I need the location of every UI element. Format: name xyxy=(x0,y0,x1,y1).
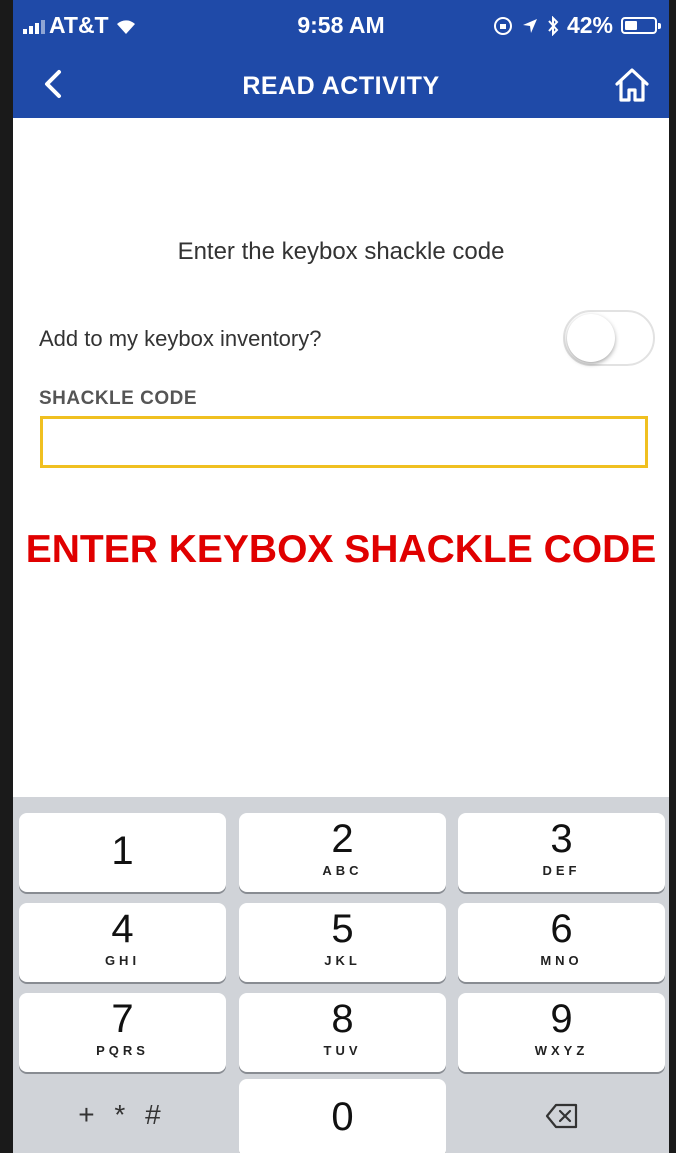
status-right: 42% xyxy=(493,12,661,39)
delete-key[interactable] xyxy=(458,1077,665,1153)
key-digit: 4 xyxy=(111,907,134,951)
key-digit: 6 xyxy=(550,907,573,951)
status-bar: AT&T 9:58 AM 42% xyxy=(13,0,669,48)
key-3[interactable]: 3 DEF xyxy=(458,813,665,892)
key-letters: JKL xyxy=(324,953,361,968)
overlay-caption: ENTER KEYBOX SHACKLE CODE xyxy=(25,528,657,571)
device-edge-left xyxy=(0,0,13,1153)
key-8[interactable]: 8 TUV xyxy=(239,993,446,1072)
key-digit: 2 xyxy=(331,817,354,861)
symbols-label: + * # xyxy=(78,1099,167,1130)
key-digit: 1 xyxy=(111,829,134,873)
shackle-code-label: SHACKLE CODE xyxy=(39,388,198,409)
app-header: AT&T 9:58 AM 42% READ ACTIVITY xyxy=(13,0,669,118)
key-digit: 3 xyxy=(550,817,573,861)
app-screen: AT&T 9:58 AM 42% READ ACTIVITY Enter the… xyxy=(13,0,669,1153)
key-letters: PQRS xyxy=(96,1043,149,1058)
key-digit: 9 xyxy=(550,997,573,1041)
key-4[interactable]: 4 GHI xyxy=(19,903,226,982)
page-title: READ ACTIVITY xyxy=(242,72,440,100)
rotation-lock-icon xyxy=(493,16,512,35)
inventory-toggle-label: Add to my keybox inventory? xyxy=(39,326,322,351)
backspace-icon xyxy=(545,1103,577,1129)
nav-bar: READ ACTIVITY xyxy=(13,48,669,118)
key-1[interactable]: 1 xyxy=(19,813,226,892)
symbols-key[interactable]: + * # xyxy=(19,1077,226,1153)
key-letters: ABC xyxy=(322,863,363,878)
key-letters: WXYZ xyxy=(534,1043,589,1058)
key-digit: 5 xyxy=(331,907,354,951)
inventory-toggle[interactable] xyxy=(563,310,655,366)
location-icon xyxy=(522,18,537,33)
battery-icon xyxy=(621,17,661,34)
shackle-code-input[interactable] xyxy=(40,416,648,468)
home-icon xyxy=(615,68,649,102)
key-digit: 8 xyxy=(331,997,354,1041)
device-edge-right xyxy=(669,0,676,1153)
key-letters: DEF xyxy=(542,863,581,878)
key-0[interactable]: 0 xyxy=(239,1079,446,1153)
key-5[interactable]: 5 JKL xyxy=(239,903,446,982)
home-button[interactable] xyxy=(609,62,655,108)
battery-percent: 42% xyxy=(566,12,613,38)
key-digit: 7 xyxy=(111,997,134,1041)
key-6[interactable]: 6 MNO xyxy=(458,903,665,982)
toggle-knob xyxy=(567,314,615,362)
instruction-text: Enter the keybox shackle code xyxy=(177,238,505,265)
battery-level xyxy=(625,21,637,30)
bluetooth-icon xyxy=(548,15,559,36)
key-digit: 0 xyxy=(331,1095,354,1139)
key-letters: MNO xyxy=(540,953,583,968)
phone-frame: AT&T 9:58 AM 42% READ ACTIVITY Enter the… xyxy=(0,0,676,1153)
key-9[interactable]: 9 WXYZ xyxy=(458,993,665,1072)
key-2[interactable]: 2 ABC xyxy=(239,813,446,892)
key-7[interactable]: 7 PQRS xyxy=(19,993,226,1072)
key-letters: TUV xyxy=(323,1043,362,1058)
numeric-keypad: 1 2 ABC 3 DEF 4 GHI 5 JKL 6 MNO 7 PQRS 8… xyxy=(13,797,669,1153)
key-letters: GHI xyxy=(104,953,141,968)
